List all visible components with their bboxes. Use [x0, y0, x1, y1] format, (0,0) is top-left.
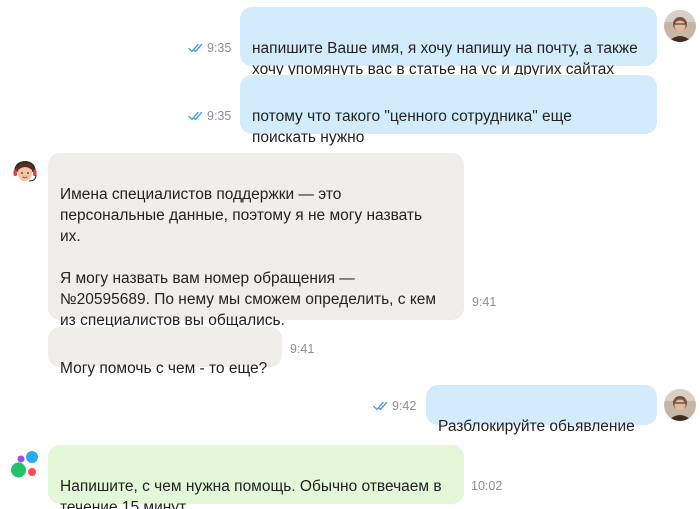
- message-bubble-outgoing[interactable]: Разблокируйте обьявление: [426, 385, 657, 435]
- message-time: 10:02: [471, 479, 503, 493]
- double-check-icon: [188, 111, 203, 121]
- message-time: 9:35: [207, 41, 232, 55]
- message-meta: 10:02: [471, 479, 502, 493]
- user-avatar-photo-icon: [664, 10, 696, 42]
- support-avatar: [9, 156, 41, 188]
- message-text: напишите Ваше имя, я хочу напишу на почт…: [252, 40, 638, 78]
- brand-dots-logo-icon: [11, 451, 38, 478]
- message-meta: 9:35: [188, 41, 231, 55]
- message-meta: 9:41: [290, 342, 314, 356]
- message-meta: 9:41: [472, 295, 496, 309]
- double-check-icon: [373, 401, 388, 411]
- user-avatar: [664, 10, 696, 42]
- message-text: Могу помочь с чем - то еще?: [60, 360, 268, 377]
- message-meta: 9:35: [188, 109, 231, 123]
- bot-avatar: [9, 449, 41, 481]
- message-time: 9:35: [207, 109, 232, 123]
- message-time: 9:42: [392, 399, 417, 413]
- double-check-icon: [188, 43, 203, 53]
- message-time: 9:41: [290, 342, 315, 356]
- message-meta: 9:42: [373, 399, 416, 413]
- message-time: 9:41: [472, 295, 497, 309]
- message-text: Напишите, с чем нужна помощь. Обычно отв…: [60, 478, 442, 509]
- message-bubble-incoming[interactable]: Могу помочь с чем - то еще?: [48, 327, 282, 377]
- message-text: Разблокируйте обьявление: [438, 418, 635, 435]
- user-avatar-photo-icon: [664, 389, 696, 421]
- message-text: потому что такого "ценного сотрудника" е…: [252, 108, 572, 146]
- user-avatar: [664, 389, 696, 421]
- message-bubble-bot[interactable]: Напишите, с чем нужна помощь. Обычно отв…: [48, 445, 464, 509]
- message-bubble-incoming[interactable]: Имена специалистов поддержки — это персо…: [48, 153, 464, 329]
- message-bubble-outgoing[interactable]: напишите Ваше имя, я хочу напишу на почт…: [240, 7, 657, 78]
- message-text: Имена специалистов поддержки — это персо…: [60, 186, 437, 329]
- support-agent-headset-icon: [9, 156, 41, 188]
- message-bubble-outgoing[interactable]: потому что такого "ценного сотрудника" е…: [240, 75, 657, 146]
